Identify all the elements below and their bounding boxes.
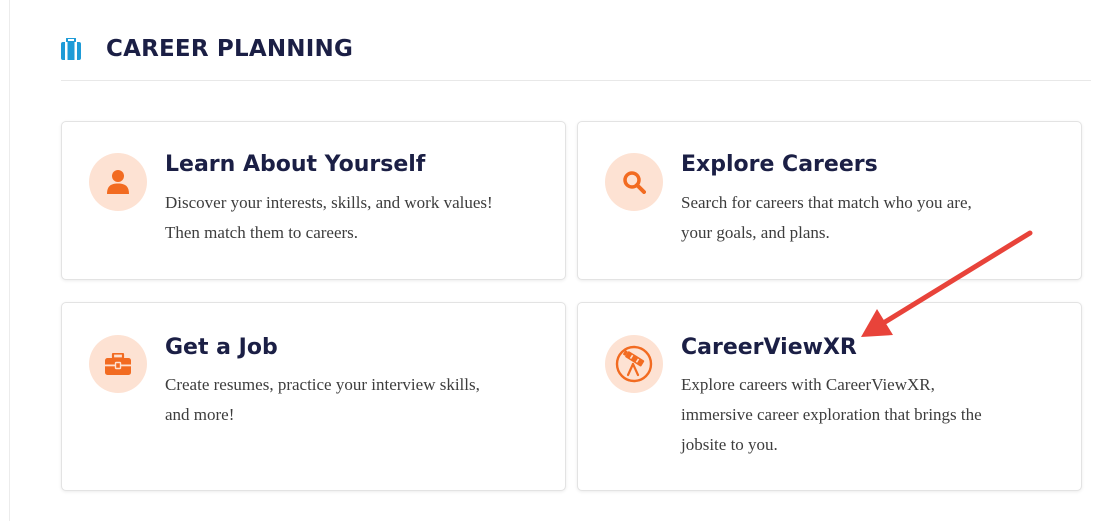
card-title: Get a Job [165, 335, 278, 360]
card-icon-circle [605, 153, 663, 211]
card-description: Create resumes, practice your interview … [165, 370, 480, 430]
card-learn-about-yourself[interactable]: Learn About Yourself Discover your inter… [61, 121, 566, 280]
description-line: your goals, and plans. [681, 223, 830, 242]
card-description: Explore careers with CareerViewXR, immer… [681, 370, 982, 460]
card-description: Discover your interests, skills, and wor… [165, 188, 493, 248]
description-line: Create resumes, practice your interview … [165, 375, 480, 394]
toolbox-icon [105, 353, 131, 375]
career-planning-page: CAREER PLANNING Learn About Yourself Dis… [0, 0, 1111, 521]
telescope-icon [615, 345, 653, 383]
card-title: Learn About Yourself [165, 152, 426, 177]
description-line: immersive career exploration that brings… [681, 405, 982, 424]
description-line: and more! [165, 405, 235, 424]
description-line: Then match them to careers. [165, 223, 359, 242]
card-careerviewxr[interactable]: CareerViewXR Explore careers with Career… [577, 302, 1082, 491]
description-line: Search for careers that match who you ar… [681, 193, 972, 212]
left-border [9, 0, 10, 521]
briefcase-icon [61, 38, 81, 60]
card-icon-circle [89, 153, 147, 211]
card-description: Search for careers that match who you ar… [681, 188, 972, 248]
person-icon [107, 170, 129, 194]
card-explore-careers[interactable]: Explore Careers Search for careers that … [577, 121, 1082, 280]
card-icon-circle [605, 335, 663, 393]
card-title: Explore Careers [681, 152, 878, 177]
section-title: CAREER PLANNING [106, 36, 354, 62]
description-line: Explore careers with CareerViewXR, [681, 375, 935, 394]
card-icon-circle [89, 335, 147, 393]
section-header: CAREER PLANNING [61, 36, 353, 62]
section-divider [61, 80, 1091, 81]
description-line: jobsite to you. [681, 435, 778, 454]
card-get-a-job[interactable]: Get a Job Create resumes, practice your … [61, 302, 566, 491]
search-icon [623, 171, 646, 194]
description-line: Discover your interests, skills, and wor… [165, 193, 493, 212]
card-title: CareerViewXR [681, 335, 857, 360]
